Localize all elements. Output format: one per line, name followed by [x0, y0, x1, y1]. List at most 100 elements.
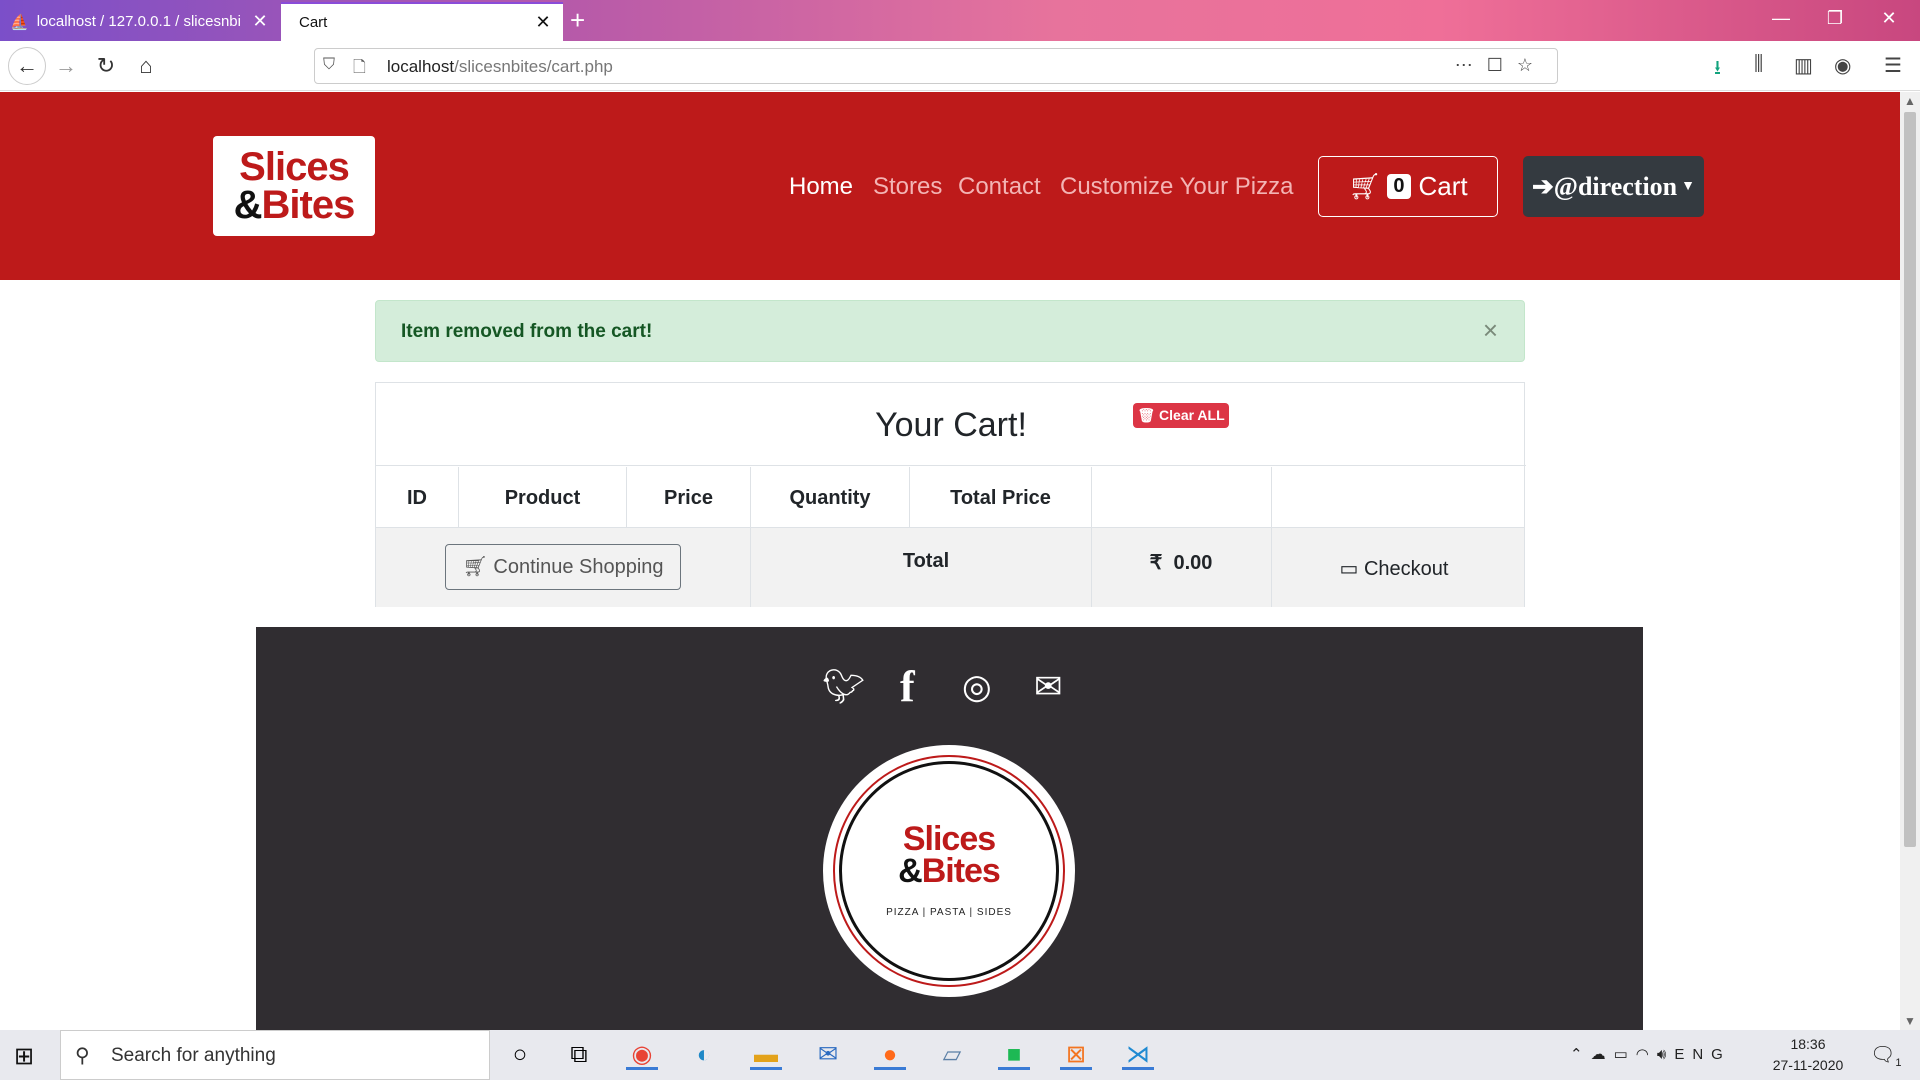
volume-icon: 🔊︎	[1656, 1046, 1675, 1063]
sidebar-icon[interactable]: ▥	[1794, 53, 1813, 78]
windows-start-icon[interactable]: ⊞	[14, 1042, 34, 1071]
xampp-icon[interactable]: ⊠	[1060, 1040, 1092, 1070]
username: @direction	[1553, 171, 1678, 201]
tab-cart[interactable]: Cart ✕	[281, 2, 563, 41]
col-clear	[1092, 467, 1272, 527]
col-id: ID	[376, 467, 459, 527]
page-viewport: Slices &Bites Home Stores Contact Custom…	[0, 92, 1900, 1030]
col-quantity: Quantity	[751, 467, 910, 527]
clear-all-button[interactable]: 🗑︎ Clear ALL	[1133, 403, 1229, 428]
system-tray[interactable]: ⌃☁▭◠🔊︎ENG	[1570, 1045, 1731, 1063]
download-icon[interactable]: ⭳	[1714, 53, 1721, 87]
credit-card-icon: ▭	[1339, 558, 1359, 580]
success-alert: Item removed from the cart! ×	[375, 300, 1525, 362]
cart-title: Your Cart!	[376, 383, 1526, 466]
cart-icon: 🛒︎	[462, 556, 488, 578]
user-dropdown-button[interactable]: ➔ @direction ▼	[1523, 156, 1704, 217]
trash-icon: 🗑︎	[1137, 407, 1156, 423]
reload-button[interactable]: ↻	[92, 52, 120, 80]
cart-total-row: 🛒︎ Continue Shopping Total ₹ 0.00 ▭ Chec…	[376, 527, 1524, 607]
scroll-up-icon[interactable]: ▲	[1900, 94, 1920, 108]
site-footer: 🐦︎ f ◎ ✉ Slices &Bites PIZZA | PASTA | S…	[256, 627, 1643, 1030]
cart-table: Your Cart! ID Product Price Quantity Tot…	[375, 382, 1526, 607]
total-label: Total	[902, 550, 950, 572]
back-button[interactable]: ←	[8, 47, 46, 85]
edge-icon[interactable]: ◐	[688, 1040, 720, 1070]
twitter-icon[interactable]: 🐦︎	[822, 667, 865, 707]
continue-shopping-button[interactable]: 🛒︎ Continue Shopping	[445, 544, 681, 590]
cortana-icon[interactable]: ○	[504, 1040, 536, 1070]
library-icon[interactable]: ⫼	[1754, 53, 1763, 76]
tab-label: Cart	[299, 14, 328, 31]
new-tab-button[interactable]: +	[570, 6, 585, 34]
scroll-down-icon[interactable]: ▼	[1900, 1014, 1920, 1028]
menu-icon[interactable]: ☰	[1884, 53, 1902, 78]
col-price: Price	[627, 467, 751, 527]
language-indicator: ENG	[1674, 1046, 1731, 1063]
instagram-icon[interactable]: ◎	[962, 667, 992, 707]
close-window-icon[interactable]: ✕	[1874, 8, 1904, 29]
clock[interactable]: 18:36 27-11-2020	[1763, 1034, 1853, 1076]
phpmyadmin-icon: ⛵	[10, 13, 29, 31]
scroll-thumb[interactable]	[1904, 112, 1916, 847]
tab-phpmyadmin[interactable]: ⛵ localhost / 127.0.0.1 / slicesnbi ✕	[0, 2, 280, 41]
browser-tab-bar: ⛵ localhost / 127.0.0.1 / slicesnbi ✕ Ca…	[0, 0, 1920, 41]
alert-close-button[interactable]: ×	[1483, 315, 1498, 346]
alert-message: Item removed from the cart!	[401, 321, 653, 342]
notepad-icon[interactable]: ▱	[936, 1040, 968, 1070]
mail-icon[interactable]: ✉	[812, 1040, 844, 1070]
minimize-icon[interactable]: —	[1766, 8, 1796, 29]
cart-count-badge: 0	[1387, 174, 1411, 199]
taskbar-search[interactable]: ⚲ Search for anything	[60, 1030, 490, 1080]
battery-icon: ▭	[1613, 1046, 1636, 1063]
windows-taskbar: ⊞ ⚲ Search for anything ○ ⧉ ◉ ◐ ▬ ✉ ● ▱ …	[0, 1030, 1920, 1080]
rupee-icon: ₹	[1149, 552, 1163, 574]
home-button[interactable]: ⌂	[132, 52, 160, 80]
tab-label: localhost / 127.0.0.1 / slicesnbi	[36, 13, 241, 30]
cart-label: Cart	[1418, 171, 1468, 201]
date: 27-11-2020	[1772, 1057, 1844, 1073]
chrome-icon[interactable]: ◉	[626, 1040, 658, 1070]
chevron-up-icon: ⌃	[1570, 1046, 1591, 1063]
caret-down-icon: ▼	[1681, 178, 1696, 194]
close-tab-icon[interactable]: ✕	[533, 12, 553, 33]
nav-home[interactable]: Home	[789, 173, 853, 201]
site-logo[interactable]: Slices &Bites	[213, 136, 375, 236]
address-bar[interactable]: ⛉ 🗋 localhost/slicesnbites/cart.php ⋯☐☆	[314, 48, 1558, 84]
facebook-icon[interactable]: f	[900, 661, 915, 712]
onedrive-icon: ☁	[1590, 1046, 1614, 1063]
vscode-icon[interactable]: ⋊	[1122, 1040, 1154, 1070]
close-tab-icon[interactable]: ✕	[250, 11, 270, 32]
spotify-icon[interactable]: ■	[998, 1040, 1030, 1070]
nav-stores[interactable]: Stores	[873, 173, 942, 201]
account-icon[interactable]: ◉	[1834, 53, 1851, 78]
notification-count: 1	[1895, 1057, 1902, 1069]
cart-button[interactable]: 🛒︎ 0 Cart	[1318, 156, 1498, 217]
footer-logo: Slices &Bites PIZZA | PASTA | SIDES	[823, 745, 1075, 997]
shield-icon: ⛉	[323, 56, 336, 73]
search-icon: ⚲	[75, 1045, 90, 1067]
page-scrollbar[interactable]: ▲ ▼	[1900, 92, 1920, 1030]
col-total-price: Total Price	[910, 467, 1092, 527]
task-view-icon[interactable]: ⧉	[563, 1040, 595, 1070]
file-explorer-icon[interactable]: ▬	[750, 1040, 782, 1070]
wifi-icon: ◠	[1635, 1046, 1657, 1063]
nav-customize-pizza[interactable]: Customize Your Pizza	[1060, 173, 1293, 201]
cart-icon: 🛒︎	[1348, 171, 1382, 201]
search-placeholder: Search for anything	[111, 1045, 276, 1066]
notification-icon[interactable]: 🗨︎1	[1870, 1042, 1902, 1069]
checkout-button[interactable]: ▭ Checkout	[1266, 556, 1522, 581]
url-text: localhost/slicesnbites/cart.php	[387, 57, 613, 76]
browser-toolbar: ← → ↻ ⌂ ⛉ 🗋 localhost/slicesnbites/cart.…	[0, 41, 1920, 91]
time: 18:36	[1790, 1036, 1826, 1052]
forward-button[interactable]: →	[52, 52, 80, 80]
email-icon[interactable]: ✉	[1034, 667, 1063, 707]
firefox-icon[interactable]: ●	[874, 1040, 906, 1070]
col-product: Product	[459, 467, 627, 527]
total-value: ₹ 0.00	[1149, 552, 1213, 574]
restore-icon[interactable]: ❐	[1820, 8, 1850, 29]
page-icon: 🗋	[353, 59, 366, 76]
sign-in-icon: ➔	[1531, 171, 1554, 201]
page-actions[interactable]: ⋯☐☆	[1455, 55, 1547, 76]
nav-contact[interactable]: Contact	[958, 173, 1041, 201]
